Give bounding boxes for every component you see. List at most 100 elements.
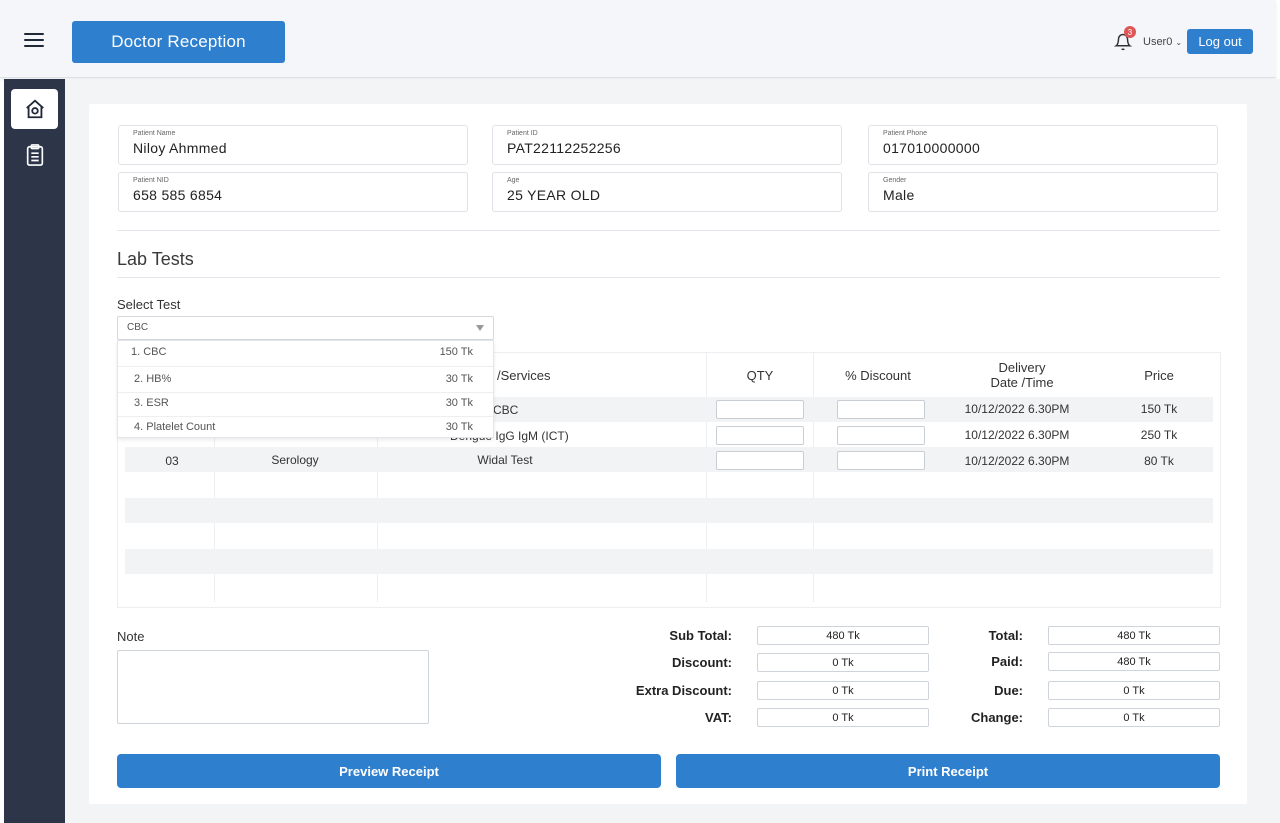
row-price: 150 Tk xyxy=(1140,402,1178,416)
patient-nid-value: 658 585 6854 xyxy=(133,187,223,203)
patient-nid-label: Patient NID xyxy=(133,177,169,184)
extra-discount-field[interactable]: 0 Tk xyxy=(757,681,929,700)
patient-phone-field[interactable]: Patient Phone 017010000000 xyxy=(868,125,1218,165)
age-field[interactable]: Age 25 YEAR OLD xyxy=(492,172,842,212)
divider xyxy=(117,277,1220,278)
test-dropdown-list: 1. CBC 150 Tk 2. HB% 30 Tk 3. ESR 30 Tk … xyxy=(117,340,494,438)
sub-total-label: Sub Total: xyxy=(669,628,732,643)
header-delivery-line1: Delivery xyxy=(998,360,1046,375)
option-label: 2. HB% xyxy=(134,373,172,385)
patient-name-value: Niloy Ahmmed xyxy=(133,140,227,156)
row-service: Widal Test xyxy=(477,453,533,467)
divider xyxy=(118,392,493,393)
due-label: Due: xyxy=(994,683,1023,698)
notification-badge: 3 xyxy=(1124,26,1136,38)
option-label: 4. Platelet Count xyxy=(134,421,216,433)
due-field[interactable]: 0 Tk xyxy=(1048,681,1220,700)
patient-phone-value: 017010000000 xyxy=(883,140,981,156)
patient-name-label: Patient Name xyxy=(133,130,176,137)
age-label: Age xyxy=(507,177,520,184)
paid-label: Paid: xyxy=(991,654,1023,669)
discount-label: Discount: xyxy=(672,655,732,670)
divider xyxy=(118,366,493,367)
row-sl: 03 xyxy=(165,454,179,468)
user-label: User0 xyxy=(1143,36,1173,48)
row-delivery: 10/12/2022 6.30PM xyxy=(964,428,1070,442)
sidebar xyxy=(4,79,65,823)
vat-label: VAT: xyxy=(705,710,732,725)
section-title: Lab Tests xyxy=(117,249,194,269)
header-services: /Services xyxy=(497,368,551,383)
header-delivery: Delivery Date /Time xyxy=(960,360,1084,390)
row-service: CBC xyxy=(493,403,519,417)
top-header: Doctor Reception 3 User0 ⌄ Log out xyxy=(0,0,1276,78)
home-icon xyxy=(25,99,44,119)
patient-id-field[interactable]: Patient ID PAT22112252256 xyxy=(492,125,842,165)
discount-field[interactable]: 0 Tk xyxy=(757,653,929,672)
test-select[interactable]: CBC xyxy=(117,316,494,340)
test-select-value: CBC xyxy=(127,322,149,333)
header-price: Price xyxy=(1144,368,1174,383)
discount-input[interactable] xyxy=(837,426,925,445)
chevron-down-icon: ⌄ xyxy=(1175,38,1183,47)
menu-icon[interactable] xyxy=(24,33,44,49)
table-row xyxy=(125,549,1213,574)
patient-id-value: PAT22112252256 xyxy=(507,140,621,156)
header-delivery-line2: Date /Time xyxy=(990,375,1054,390)
patient-id-label: Patient ID xyxy=(507,130,538,137)
gender-field[interactable]: Gender Male xyxy=(868,172,1218,212)
patient-phone-label: Patient Phone xyxy=(883,130,927,137)
table-row xyxy=(125,472,1213,497)
header-qty: QTY xyxy=(746,368,774,383)
sidebar-item-reports[interactable] xyxy=(11,135,58,175)
dropdown-option[interactable]: 2. HB% 30 Tk xyxy=(118,373,493,385)
option-label: 1. CBC xyxy=(131,346,167,358)
patient-nid-field[interactable]: Patient NID 658 585 6854 xyxy=(118,172,468,212)
gender-value: Male xyxy=(883,187,915,203)
divider xyxy=(117,230,1220,231)
clipboard-icon xyxy=(26,144,43,166)
caret-down-icon xyxy=(476,325,484,331)
preview-receipt-button[interactable]: Preview Receipt xyxy=(117,754,661,788)
row-department: Serology xyxy=(271,453,319,467)
divider xyxy=(118,416,493,417)
option-label: 3. ESR xyxy=(134,397,169,409)
discount-input[interactable] xyxy=(837,451,925,470)
row-delivery: 10/12/2022 6.30PM xyxy=(964,454,1070,468)
option-price: 150 Tk xyxy=(439,346,473,358)
sub-total-field[interactable]: 480 Tk xyxy=(757,626,929,645)
gender-label: Gender xyxy=(883,177,907,184)
change-label: Change: xyxy=(971,710,1023,725)
table-row xyxy=(125,498,1213,523)
logout-button[interactable]: Log out xyxy=(1187,29,1253,54)
patient-name-field[interactable]: Patient Name Niloy Ahmmed xyxy=(118,125,468,165)
row-price: 250 Tk xyxy=(1140,428,1178,442)
app-title[interactable]: Doctor Reception xyxy=(72,21,285,63)
option-price: 30 Tk xyxy=(445,421,473,433)
option-price: 30 Tk xyxy=(445,373,473,385)
qty-input[interactable] xyxy=(716,400,804,419)
option-price: 30 Tk xyxy=(445,397,473,409)
dropdown-option[interactable]: 4. Platelet Count 30 Tk xyxy=(118,421,493,433)
note-label: Note xyxy=(117,629,145,644)
qty-input[interactable] xyxy=(716,426,804,445)
paid-field[interactable]: 480 Tk xyxy=(1048,652,1220,671)
total-field[interactable]: 480 Tk xyxy=(1048,626,1220,645)
select-test-label: Select Test xyxy=(117,297,181,312)
extra-discount-label: Extra Discount: xyxy=(635,683,732,698)
vat-field[interactable]: 0 Tk xyxy=(757,708,929,727)
header-discount: % Discount xyxy=(845,368,911,383)
row-price: 80 Tk xyxy=(1144,454,1174,468)
sidebar-item-home[interactable] xyxy=(11,89,58,129)
user-menu[interactable]: User0 ⌄ xyxy=(1143,36,1182,48)
dropdown-option[interactable]: 1. CBC 150 Tk xyxy=(118,346,493,358)
print-receipt-button[interactable]: Print Receipt xyxy=(676,754,1220,788)
dropdown-option[interactable]: 3. ESR 30 Tk xyxy=(118,397,493,409)
qty-input[interactable] xyxy=(716,451,804,470)
row-delivery: 10/12/2022 6.30PM xyxy=(964,402,1070,416)
change-field[interactable]: 0 Tk xyxy=(1048,708,1220,727)
table-row xyxy=(125,523,1213,548)
age-value: 25 YEAR OLD xyxy=(507,187,601,203)
note-textarea[interactable] xyxy=(117,650,429,724)
discount-input[interactable] xyxy=(837,400,925,419)
